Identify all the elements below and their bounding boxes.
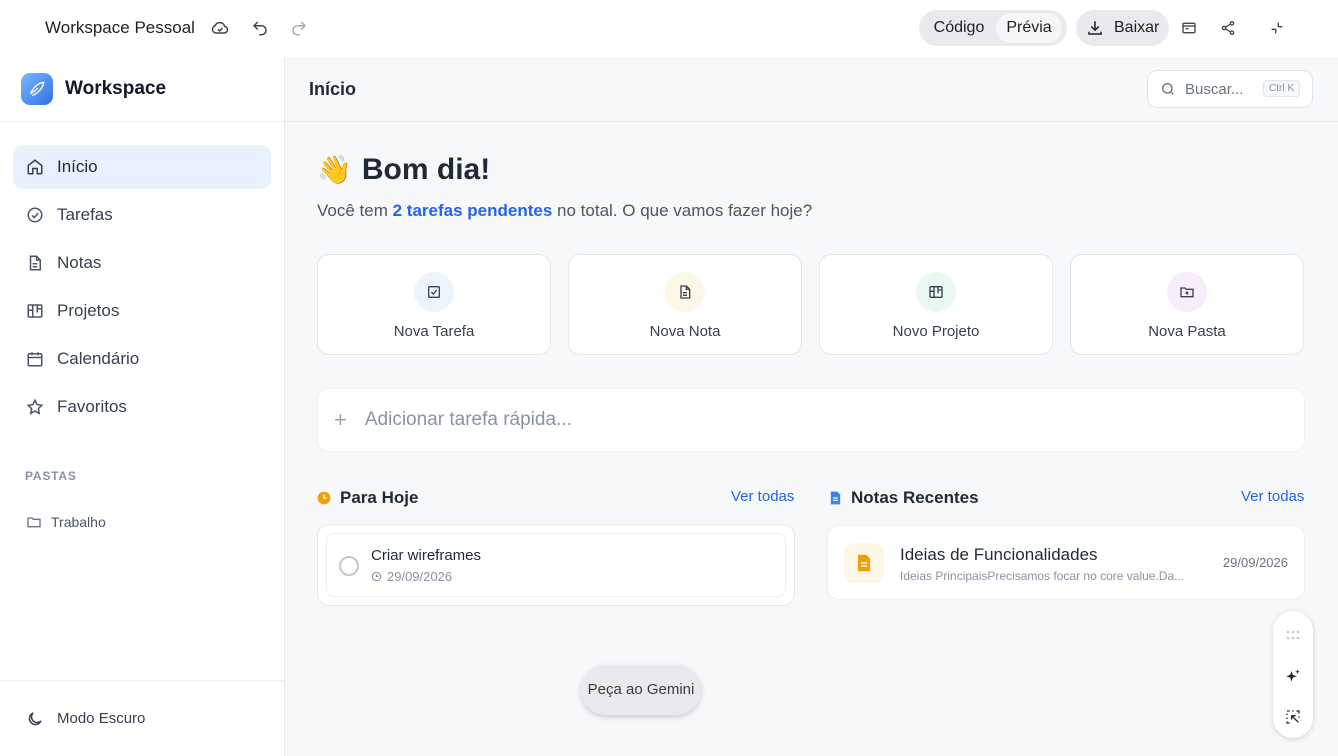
- note-preview: Ideias PrincipaisPrecisamos focar no cor…: [900, 569, 1185, 583]
- board-icon: [26, 302, 44, 320]
- sidebar-item-projetos[interactable]: Projetos: [13, 289, 271, 333]
- quick-action-label: Nova Nota: [649, 323, 721, 340]
- note-icon: [844, 543, 884, 583]
- main-header: Início Buscar... Ctrl K: [285, 57, 1338, 122]
- check-circle-icon: [26, 206, 44, 224]
- task-checkbox[interactable]: [339, 556, 359, 576]
- main-content: Início Buscar... Ctrl K 👋 Bom dia! Você …: [285, 57, 1338, 756]
- sparkle-icon[interactable]: [1283, 667, 1303, 687]
- search-placeholder: Buscar...: [1185, 80, 1244, 98]
- folders-label: PASTAS: [25, 469, 77, 483]
- sidebar-item-label: Calendário: [57, 349, 140, 368]
- quick-actions: Nova Tarefa Nova Nota Novo Projeto Nova …: [317, 254, 1304, 355]
- code-tab[interactable]: Código: [922, 13, 996, 43]
- quick-action-label: Nova Tarefa: [393, 323, 475, 340]
- page-title: Início: [309, 79, 357, 99]
- search-icon: [1160, 81, 1176, 97]
- download-icon: [1086, 19, 1104, 37]
- ask-gemini-button[interactable]: Peça ao Gemini: [581, 665, 701, 715]
- subline-suffix: no total. O que vamos fazer hoje?: [557, 201, 813, 220]
- task-date: 29/09/2026: [371, 569, 452, 584]
- checkbox-icon: [414, 272, 454, 312]
- sidebar-item-label: Notas: [57, 253, 102, 272]
- today-title: Para Hoje: [340, 488, 419, 507]
- note-title: Ideias de Funcionalidades: [900, 545, 1098, 564]
- clock-icon: [317, 491, 331, 505]
- sidebar-item-label: Favoritos: [57, 397, 127, 416]
- view-toggle: Código Prévia: [919, 10, 1067, 46]
- folder-item-trabalho[interactable]: Trabalho: [26, 514, 106, 530]
- folder-label: Trabalho: [51, 514, 106, 530]
- floating-toolbar: [1273, 611, 1313, 738]
- download-button[interactable]: Baixar: [1076, 10, 1169, 46]
- sidebar-item-inicio[interactable]: Início: [13, 145, 271, 189]
- notes-header: Notas Recentes: [829, 488, 979, 508]
- quick-task-input[interactable]: + Adicionar tarefa rápida...: [317, 388, 1305, 452]
- sidebar-item-notas[interactable]: Notas: [13, 241, 271, 285]
- new-task-card[interactable]: Nova Tarefa: [317, 254, 551, 355]
- top-bar: Workspace Pessoal Código Prévia Baixar: [0, 0, 1338, 57]
- board-icon: [916, 272, 956, 312]
- sidebar-item-calendario[interactable]: Calendário: [13, 337, 271, 381]
- note-item[interactable]: Ideias de Funcionalidades Ideias Princip…: [827, 525, 1305, 600]
- today-header: Para Hoje: [317, 488, 418, 508]
- notes-title: Notas Recentes: [851, 488, 979, 507]
- sidebar-item-label: Projetos: [57, 301, 120, 320]
- star-icon: [26, 398, 44, 416]
- quick-task-placeholder: Adicionar tarefa rápida...: [364, 409, 572, 430]
- moon-icon: [26, 710, 44, 728]
- wave-emoji: 👋: [317, 154, 352, 185]
- home-icon: [26, 158, 44, 176]
- search-shortcut: Ctrl K: [1263, 80, 1300, 97]
- drag-handle-icon[interactable]: [1283, 625, 1303, 645]
- calendar-icon: [26, 350, 44, 368]
- sidebar-item-label: Tarefas: [57, 205, 113, 224]
- folder-icon: [26, 514, 42, 530]
- quick-action-label: Nova Pasta: [1148, 323, 1226, 340]
- brand[interactable]: Workspace: [0, 57, 284, 122]
- quick-action-label: Novo Projeto: [892, 323, 980, 340]
- new-project-card[interactable]: Novo Projeto: [819, 254, 1053, 355]
- folder-plus-icon: [1167, 272, 1207, 312]
- brand-name: Workspace: [65, 78, 167, 99]
- sidebar-item-tarefas[interactable]: Tarefas: [13, 193, 271, 237]
- terminal-icon[interactable]: [1178, 17, 1200, 39]
- dark-mode-toggle[interactable]: Modo Escuro: [0, 680, 284, 756]
- workspace-title: Workspace Pessoal: [45, 18, 195, 37]
- preview-tab[interactable]: Prévia: [996, 13, 1062, 43]
- notes-see-all-link[interactable]: Ver todas: [1241, 488, 1304, 505]
- plus-icon: +: [334, 407, 347, 432]
- new-note-card[interactable]: Nova Nota: [568, 254, 802, 355]
- document-icon: [829, 491, 842, 505]
- greeting-text: Bom dia!: [361, 153, 491, 186]
- new-folder-card[interactable]: Nova Pasta: [1070, 254, 1304, 355]
- today-tasks: Criar wireframes 29/09/2026: [317, 524, 795, 606]
- document-icon: [26, 254, 44, 272]
- select-element-icon[interactable]: [1283, 707, 1303, 727]
- clock-icon: [371, 571, 382, 582]
- sidebar: Workspace Início Tarefas Notas Projetos …: [0, 57, 285, 756]
- cloud-icon[interactable]: [209, 17, 231, 39]
- greeting: 👋 Bom dia!: [317, 153, 490, 187]
- today-see-all-link[interactable]: Ver todas: [731, 488, 794, 505]
- workspace-logo-icon: [21, 73, 53, 105]
- download-label: Baixar: [1114, 19, 1160, 36]
- task-title: Criar wireframes: [371, 547, 482, 564]
- greeting-subline: Você tem 2 tarefas pendentes no total. O…: [317, 201, 812, 221]
- note-date: 29/09/2026: [1222, 555, 1288, 570]
- sidebar-item-favoritos[interactable]: Favoritos: [13, 385, 271, 429]
- task-item[interactable]: Criar wireframes 29/09/2026: [326, 533, 786, 597]
- subline-prefix: Você tem: [317, 201, 388, 220]
- redo-icon[interactable]: [288, 17, 310, 39]
- task-date-value: 29/09/2026: [387, 569, 453, 584]
- sidebar-nav: Início Tarefas Notas Projetos Calendário…: [0, 122, 284, 429]
- dark-mode-label: Modo Escuro: [57, 710, 146, 727]
- undo-icon[interactable]: [249, 17, 271, 39]
- note-icon: [665, 272, 705, 312]
- search-input[interactable]: Buscar... Ctrl K: [1147, 70, 1313, 108]
- collapse-icon[interactable]: [1266, 17, 1288, 39]
- sidebar-item-label: Início: [57, 157, 98, 176]
- share-icon[interactable]: [1217, 17, 1239, 39]
- pending-tasks-link[interactable]: 2 tarefas pendentes: [393, 201, 553, 220]
